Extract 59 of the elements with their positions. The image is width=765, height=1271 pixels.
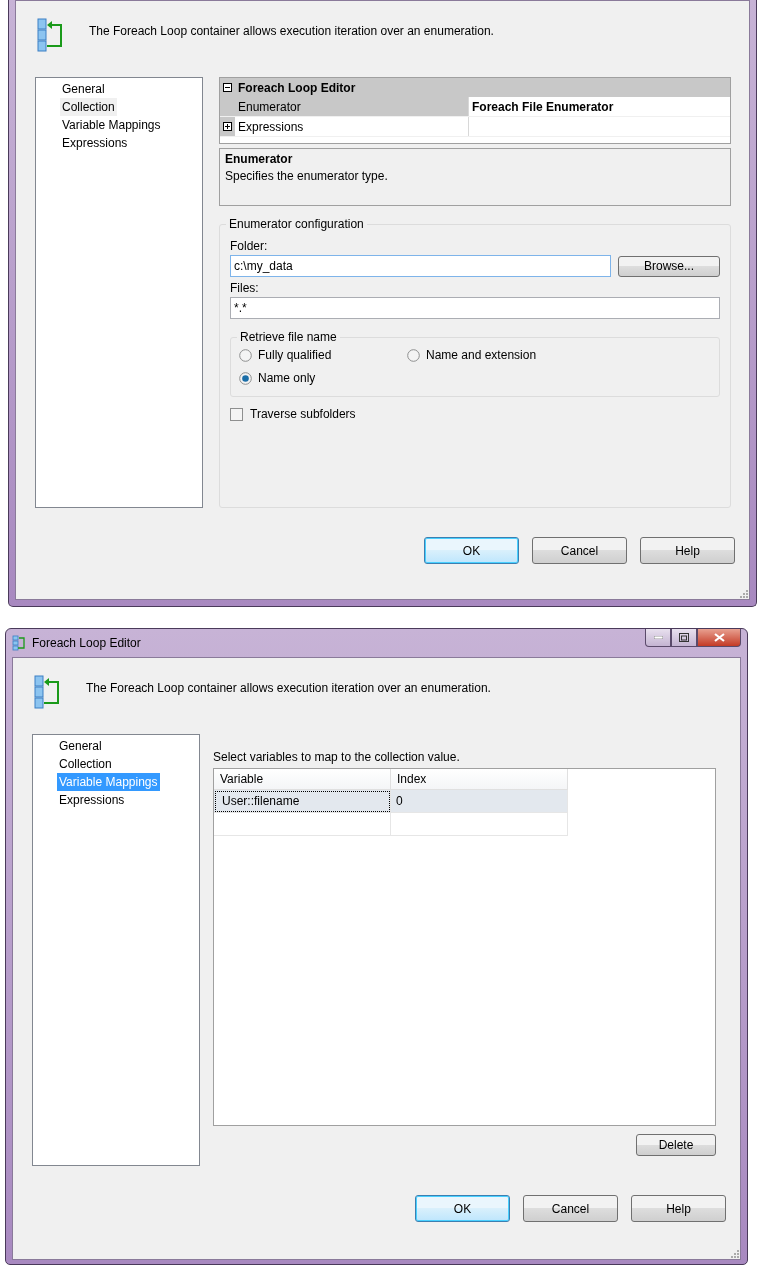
ok-button[interactable]: OK: [415, 1195, 510, 1222]
loop-container-icon: [12, 635, 26, 651]
page-list-item[interactable]: Collection: [60, 98, 117, 116]
minimize-button[interactable]: [645, 629, 671, 647]
ok-button[interactable]: OK: [424, 537, 519, 564]
radio-button[interactable]: [407, 348, 420, 362]
loop-container-icon: [34, 675, 60, 709]
help-button[interactable]: Help: [640, 537, 735, 564]
loop-container-icon: [37, 18, 63, 52]
resize-grip-icon[interactable]: [729, 1248, 739, 1258]
description-text: The Foreach Loop container allows execution iteration over an enumeration.: [89, 24, 494, 38]
column-header[interactable]: Index: [391, 769, 568, 790]
radio-option[interactable]: Fully qualified: [239, 348, 407, 362]
delete-button[interactable]: Delete: [636, 1134, 716, 1156]
cancel-button[interactable]: Cancel: [532, 537, 627, 564]
page-list-item[interactable]: Expressions: [57, 791, 127, 809]
close-icon: [713, 633, 725, 642]
property-value[interactable]: Foreach File Enumerator: [469, 97, 730, 116]
table-cell: User::filename: [214, 790, 391, 813]
table-row[interactable]: User::filename 0: [214, 790, 568, 813]
help-button[interactable]: Help: [631, 1195, 726, 1222]
expand-icon[interactable]: [223, 122, 232, 131]
checkbox[interactable]: [230, 407, 243, 421]
maximize-icon: [679, 633, 689, 642]
property-name[interactable]: Expressions: [235, 117, 469, 136]
radio-option[interactable]: Name and extension: [407, 348, 711, 362]
minimize-icon: [653, 636, 663, 639]
help-title: Enumerator: [225, 152, 294, 166]
table-cell: 0: [391, 790, 568, 813]
radio-button[interactable]: [239, 348, 252, 362]
page-list-item[interactable]: General: [57, 737, 104, 755]
field-label: Folder:: [230, 239, 269, 253]
browse-button[interactable]: Browse...: [618, 255, 720, 277]
radio-button[interactable]: [239, 371, 252, 385]
collapse-icon[interactable]: [223, 83, 232, 92]
field-label: Files:: [230, 281, 260, 295]
close-button[interactable]: [697, 629, 741, 647]
resize-grip-icon[interactable]: [738, 588, 748, 598]
files-field[interactable]: *.*: [230, 297, 720, 319]
maximize-button[interactable]: [671, 629, 697, 647]
group-title: Retrieve file name: [237, 330, 340, 344]
help-text: Specifies the enumerator type.: [225, 169, 389, 183]
empty-cell[interactable]: [391, 813, 568, 836]
description-text: The Foreach Loop container allows execution iteration over an enumeration.: [86, 681, 491, 695]
instruction-text: Select variables to map to the collection value.: [213, 750, 461, 766]
folder-field[interactable]: c:\my_data: [230, 255, 611, 277]
page-list-item[interactable]: General: [60, 80, 107, 98]
traverse-checkbox[interactable]: Traverse subfolders: [230, 407, 720, 421]
category-label: Foreach Loop Editor: [238, 80, 356, 95]
page-list-item[interactable]: Variable Mappings: [60, 116, 163, 134]
window-title: Foreach Loop Editor: [32, 636, 141, 650]
cancel-button[interactable]: Cancel: [523, 1195, 618, 1222]
empty-cell[interactable]: [214, 813, 391, 836]
radio-option[interactable]: Name only: [239, 371, 407, 385]
property-name[interactable]: Enumerator: [235, 97, 469, 116]
page-list-item[interactable]: Expressions: [60, 134, 130, 152]
group-title: Enumerator configuration: [226, 217, 367, 231]
column-header[interactable]: Variable: [214, 769, 391, 790]
page-list-item[interactable]: Collection: [57, 755, 114, 773]
